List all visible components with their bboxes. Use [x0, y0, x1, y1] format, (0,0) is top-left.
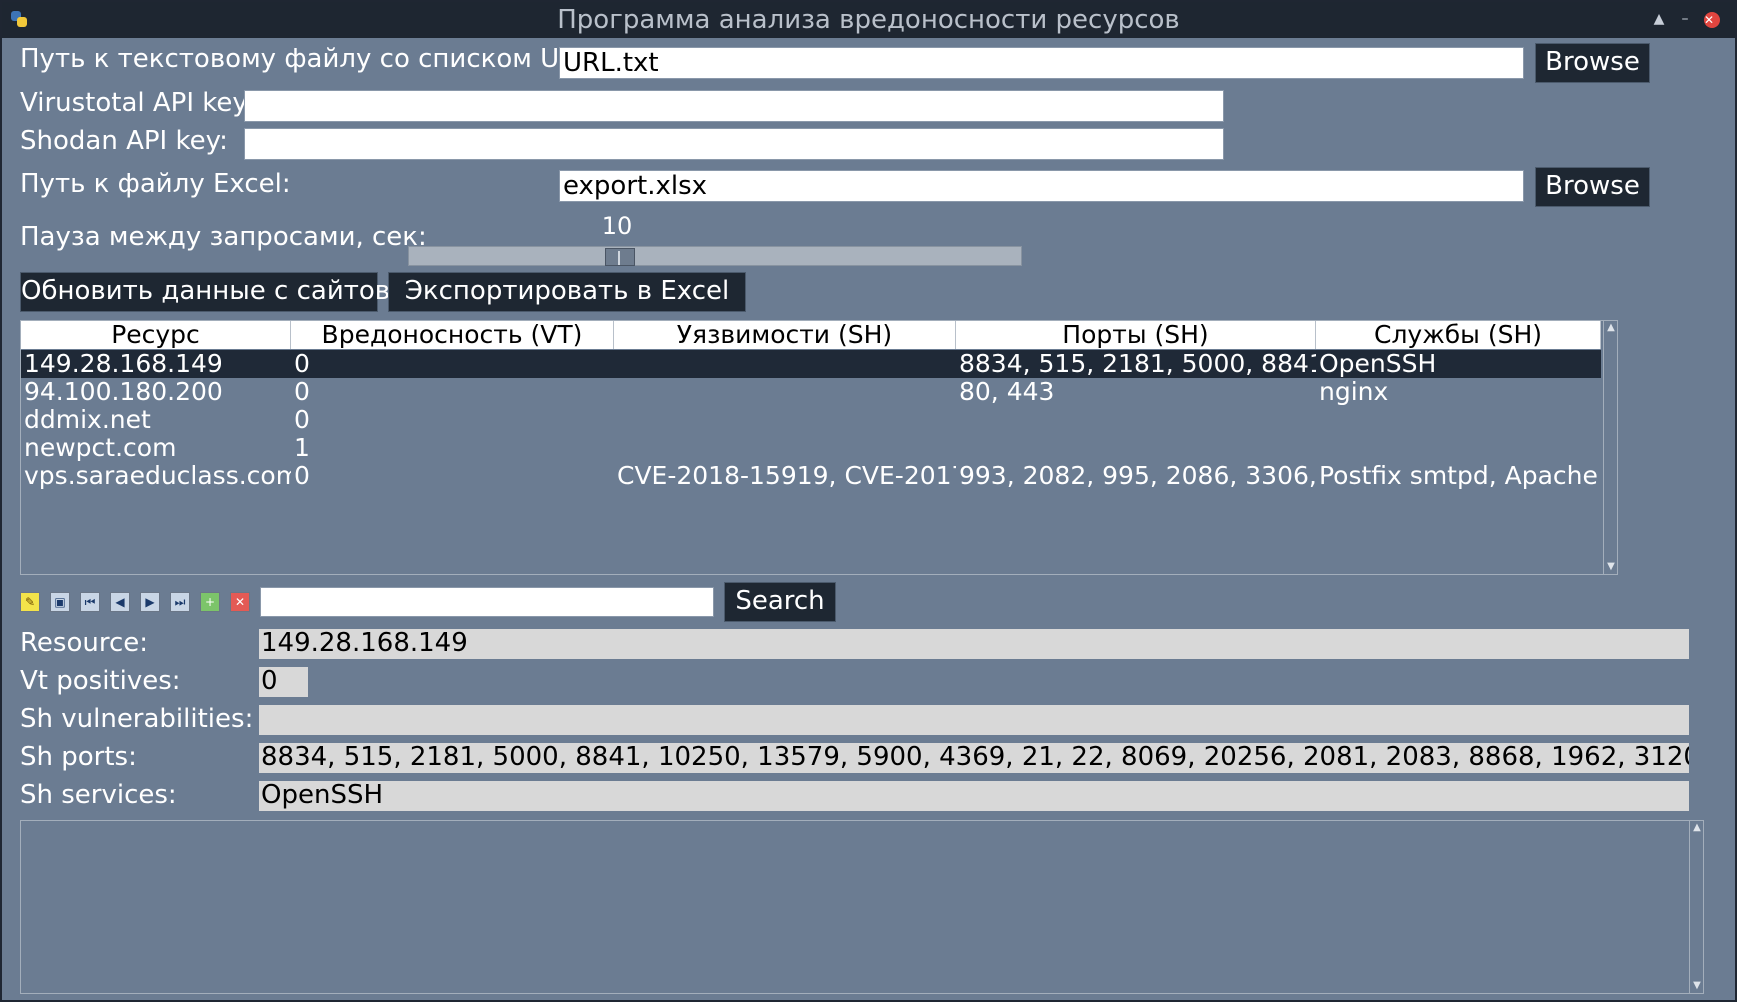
pause-value: 10 [601, 212, 633, 240]
table-header: Ресурс Вредоносность (VT) Уязвимости (SH… [21, 321, 1601, 349]
add-record-icon[interactable]: + [200, 592, 220, 612]
vt-positives-field[interactable]: 0 [259, 667, 308, 697]
excel-path-label: Путь к файлу Excel: [20, 169, 291, 199]
resource-label: Resource: [20, 628, 148, 658]
sh-ports-field[interactable]: 8834, 515, 2181, 5000, 8841, 10250, 1357… [259, 743, 1689, 773]
maximize-icon[interactable]: ▲ [1648, 8, 1670, 30]
sh-vulnerabilities-field[interactable] [259, 705, 1689, 735]
column-header[interactable]: Службы (SH) [1316, 321, 1601, 349]
table-cell: 0 [294, 462, 310, 490]
table-cell: Postfix smtpd, Apache h [1319, 462, 1601, 490]
search-button[interactable]: Search [724, 582, 836, 622]
vt-positives-label: Vt positives: [20, 666, 181, 696]
table-row[interactable]: 94.100.180.200 0 80, 443 nginx [21, 378, 1601, 406]
table-cell: 80, 443 [959, 378, 1055, 406]
next-record-icon[interactable]: ▶ [140, 592, 160, 612]
table-cell [614, 350, 956, 378]
resource-field[interactable]: 149.28.168.149 [259, 629, 1689, 659]
shodan-key-input[interactable] [244, 128, 1224, 160]
table-cell: 0 [294, 406, 310, 434]
vt-key-input[interactable] [244, 90, 1224, 122]
table-row[interactable]: newpct.com 1 [21, 434, 1601, 462]
log-scrollbar[interactable]: ▲ ▼ [1689, 821, 1703, 993]
table-cell [1316, 406, 1601, 434]
last-record-icon[interactable]: ⏭ [170, 592, 190, 612]
table-cell: 8834, 515, 2181, 5000, 8841, [959, 350, 1316, 378]
close-icon[interactable]: ✕ [1704, 12, 1720, 28]
sh-services-label: Sh services: [20, 780, 177, 810]
log-textarea[interactable]: ▲ ▼ [20, 820, 1704, 994]
table-cell: OpenSSH [1319, 350, 1437, 378]
column-header[interactable]: Ресурс [21, 321, 291, 349]
table-cell: nginx [1319, 378, 1389, 406]
save-icon[interactable]: ▣ [50, 592, 70, 612]
table-scrollbar[interactable]: ▲ ▼ [1603, 321, 1617, 574]
minimize-icon[interactable]: – [1674, 8, 1696, 30]
table-row[interactable]: 149.28.168.149 0 8834, 515, 2181, 5000, … [21, 350, 1601, 378]
table-cell: CVE-2018-15919, CVE-2017 [617, 462, 956, 490]
vt-key-label: Virustotal API key [20, 88, 248, 118]
table-cell: vps.saraeduclass.com [24, 462, 291, 490]
table-cell: 0 [294, 350, 310, 378]
title-bar: Программа анализа вредоносности ресурсов… [2, 2, 1735, 38]
url-file-input[interactable]: URL.txt [559, 47, 1524, 79]
table-cell [614, 406, 956, 434]
export-excel-button[interactable]: Экспортировать в Excel [388, 272, 746, 312]
scroll-up-icon[interactable]: ▲ [1604, 321, 1617, 335]
table-cell: 0 [294, 378, 310, 406]
excel-path-input[interactable]: export.xlsx [559, 170, 1524, 202]
table-cell: 1 [294, 434, 310, 462]
table-cell: 993, 2082, 995, 2086, 3306, 5 [959, 462, 1316, 490]
browse-url-file-button[interactable]: Browse [1535, 43, 1650, 83]
sh-services-field[interactable]: OpenSSH [259, 781, 1689, 811]
scroll-up-icon[interactable]: ▲ [1690, 821, 1704, 835]
table-row[interactable]: ddmix.net 0 [21, 406, 1601, 434]
refresh-data-button[interactable]: Обновить данные с сайтов [20, 272, 390, 312]
delete-record-icon[interactable]: ✕ [230, 592, 250, 612]
table-cell: 94.100.180.200 [24, 378, 223, 406]
window-title: Программа анализа вредоносности ресурсов [557, 5, 1180, 35]
scroll-down-icon[interactable]: ▼ [1604, 560, 1617, 574]
pause-label: Пауза между запросами, сек: [20, 222, 427, 252]
scroll-down-icon[interactable]: ▼ [1690, 979, 1704, 993]
table-cell [1316, 434, 1601, 462]
url-file-label: Путь к текстовому файлу со списком URL: [20, 44, 601, 74]
shodan-key-label: Shodan API key: [20, 126, 228, 156]
pause-slider-thumb[interactable] [605, 248, 635, 266]
search-input[interactable] [260, 587, 714, 617]
edit-icon[interactable]: ✎ [20, 592, 40, 612]
first-record-icon[interactable]: ⏮ [80, 592, 100, 612]
table-row[interactable]: vps.saraeduclass.com 0 CVE-2018-15919, C… [21, 462, 1601, 490]
prev-record-icon[interactable]: ◀ [110, 592, 130, 612]
table-cell [956, 434, 1316, 462]
sh-vulnerabilities-label: Sh vulnerabilities: [20, 704, 254, 734]
column-header[interactable]: Порты (SH) [956, 321, 1316, 349]
column-header[interactable]: Вредоносность (VT) [291, 321, 614, 349]
table-cell [614, 378, 956, 406]
table-cell: 149.28.168.149 [24, 350, 223, 378]
table-cell [614, 434, 956, 462]
column-header[interactable]: Уязвимости (SH) [614, 321, 956, 349]
sh-ports-label: Sh ports: [20, 742, 137, 772]
pause-slider[interactable] [408, 246, 1022, 266]
browse-excel-button[interactable]: Browse [1535, 167, 1650, 207]
table-cell [956, 406, 1316, 434]
table-cell: ddmix.net [24, 406, 151, 434]
app-window: Программа анализа вредоносности ресурсов… [0, 0, 1737, 1002]
results-table[interactable]: Ресурс Вредоносность (VT) Уязвимости (SH… [20, 320, 1618, 575]
table-cell: newpct.com [24, 434, 177, 462]
